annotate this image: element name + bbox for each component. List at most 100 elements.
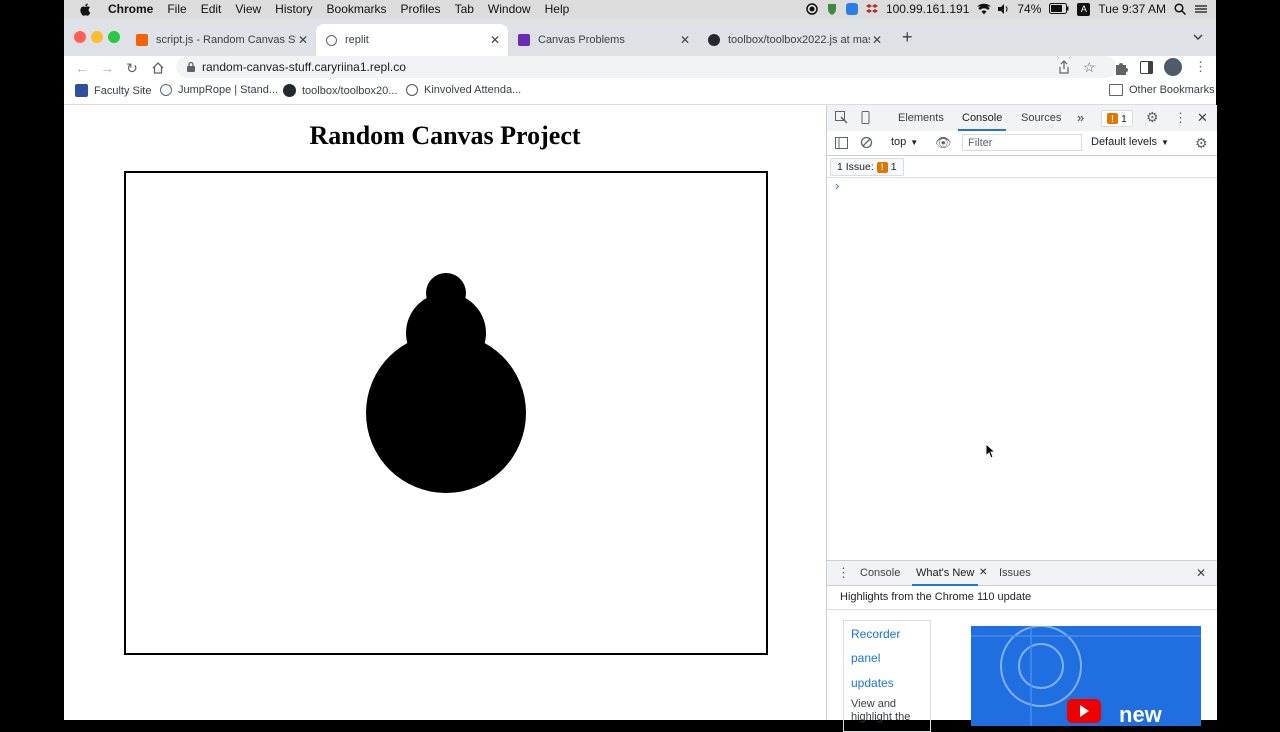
minimize-window-button[interactable] bbox=[91, 31, 103, 43]
bookmark-star-icon[interactable]: ☆ bbox=[1083, 59, 1096, 76]
video-graphic bbox=[971, 626, 1201, 726]
dropbox-icon[interactable] bbox=[865, 3, 878, 15]
tab-close-icon[interactable]: ✕ bbox=[870, 33, 884, 47]
profile-avatar[interactable] bbox=[1164, 58, 1182, 76]
menu-window[interactable]: Window bbox=[488, 2, 531, 16]
devtools-panel: Elements Console Sources » ! 1 ⚙ ⋮ ✕ top… bbox=[826, 105, 1217, 732]
more-tabs-chevron-icon[interactable]: » bbox=[1077, 110, 1084, 125]
chrome-menu-icon[interactable]: ⋮ bbox=[1194, 59, 1207, 75]
drawer-tab-console[interactable]: Console bbox=[860, 567, 900, 579]
globe-icon bbox=[326, 34, 337, 46]
settings-gear-icon[interactable]: ⚙ bbox=[1146, 110, 1159, 124]
tab-close-icon[interactable]: ✕ bbox=[678, 33, 692, 47]
drawer-menu-icon[interactable]: ⋮ bbox=[837, 565, 850, 581]
menu-view[interactable]: View bbox=[235, 2, 261, 16]
drawing-canvas[interactable] bbox=[124, 171, 768, 655]
close-devtools-icon[interactable]: ✕ bbox=[1197, 110, 1208, 126]
bookmark-label: Kinvolved Attenda... bbox=[424, 84, 522, 96]
bookmark-kinvolved[interactable]: Kinvolved Attenda... bbox=[406, 84, 521, 96]
address-bar[interactable]: random-canvas-stuff.caryriina1.repl.co ☆ bbox=[176, 56, 1116, 78]
tab-title: toolbox/toolbox2022.js at master bbox=[728, 34, 870, 46]
volume-icon[interactable] bbox=[997, 3, 1009, 15]
tab-sources[interactable]: Sources bbox=[1021, 112, 1061, 124]
whats-new-video-thumbnail[interactable]: new bbox=[971, 626, 1201, 726]
tab-title: replit bbox=[345, 34, 369, 46]
extensions-puzzle-icon[interactable] bbox=[1114, 61, 1128, 78]
browser-toolbar: ← → ↻ random-canvas-stuff.caryriina1.rep… bbox=[64, 56, 1216, 80]
zoom-window-button[interactable] bbox=[108, 31, 120, 43]
context-selector[interactable]: top ▼ bbox=[891, 136, 918, 148]
other-bookmarks[interactable]: Other Bookmarks bbox=[1109, 84, 1215, 96]
clock[interactable]: Tue 9:37 AM bbox=[1098, 2, 1166, 16]
device-toolbar-icon[interactable] bbox=[859, 111, 872, 127]
console-filter-input[interactable]: Filter bbox=[962, 134, 1082, 151]
warnings-counter[interactable]: ! 1 bbox=[1101, 110, 1133, 127]
github-icon bbox=[283, 84, 296, 97]
clear-console-icon[interactable] bbox=[860, 136, 873, 152]
whats-new-header: Highlights from the Chrome 110 update bbox=[827, 585, 1217, 610]
tab-close-icon[interactable]: ✕ bbox=[488, 33, 502, 47]
new-tab-button[interactable]: + bbox=[902, 28, 913, 46]
control-center-icon[interactable] bbox=[1194, 3, 1207, 15]
inspect-element-icon[interactable] bbox=[835, 111, 848, 127]
app-status-icon[interactable] bbox=[845, 3, 858, 15]
whats-new-card[interactable]: Recorder panel updates View and highligh… bbox=[843, 620, 931, 732]
drawer-tab-whats-new[interactable]: What's New bbox=[911, 567, 979, 586]
devtools-menu-icon[interactable]: ⋮ bbox=[1174, 110, 1187, 126]
video-caption: new bbox=[1119, 702, 1162, 726]
back-arrow-icon[interactable]: ← bbox=[72, 58, 92, 78]
forward-arrow-icon[interactable]: → bbox=[97, 58, 117, 78]
drawer-tabs: ⋮ Console What's New ✕ Issues ✕ bbox=[827, 560, 1217, 586]
card-link-line-2[interactable]: panel bbox=[851, 651, 880, 665]
apple-icon[interactable] bbox=[78, 2, 92, 16]
battery-icon[interactable] bbox=[1049, 3, 1069, 15]
tab-console[interactable]: Console bbox=[957, 112, 1007, 131]
menu-tab[interactable]: Tab bbox=[455, 2, 474, 16]
close-window-button[interactable] bbox=[74, 31, 86, 43]
reload-icon[interactable]: ↻ bbox=[122, 58, 142, 78]
wifi-icon[interactable] bbox=[977, 3, 992, 15]
tab-search-chevron-down-icon[interactable] bbox=[1192, 31, 1204, 43]
bookmark-toolbox[interactable]: toolbox/toolbox20... bbox=[283, 84, 397, 97]
issues-button[interactable]: 1 Issue: ! 1 bbox=[830, 158, 904, 176]
bookmark-jumprope[interactable]: JumpRope | Stand... bbox=[160, 84, 278, 96]
live-expression-eye-icon[interactable]: 👁 bbox=[935, 135, 952, 151]
record-icon[interactable] bbox=[806, 3, 818, 15]
tab-script-js[interactable]: script.js - Random Canvas Stuff ✕ bbox=[126, 24, 316, 56]
card-link-line-3[interactable]: updates bbox=[851, 676, 894, 690]
spotlight-search-icon[interactable] bbox=[1174, 3, 1187, 16]
drawer-tab-issues[interactable]: Issues bbox=[999, 567, 1031, 579]
input-source-indicator[interactable]: A bbox=[1077, 2, 1091, 16]
console-prompt[interactable]: › bbox=[835, 178, 839, 193]
menu-history[interactable]: History bbox=[275, 2, 312, 16]
side-panel-icon[interactable] bbox=[1140, 61, 1153, 77]
card-description: View and highlight the bbox=[851, 698, 911, 723]
menu-chrome[interactable]: Chrome bbox=[108, 2, 153, 16]
menu-edit[interactable]: Edit bbox=[201, 2, 222, 16]
close-drawer-icon[interactable]: ✕ bbox=[1196, 566, 1206, 580]
tab-elements[interactable]: Elements bbox=[898, 112, 944, 124]
log-levels-dropdown[interactable]: Default levels ▼ bbox=[1091, 136, 1169, 148]
home-icon[interactable] bbox=[148, 58, 168, 78]
ip-address[interactable]: 100.99.161.191 bbox=[886, 2, 969, 16]
card-link-line-1[interactable]: Recorder bbox=[851, 627, 900, 641]
console-settings-gear-icon[interactable]: ⚙ bbox=[1195, 135, 1208, 152]
menu-file[interactable]: File bbox=[167, 2, 186, 16]
sidebar-toggle-icon[interactable] bbox=[835, 137, 848, 152]
shield-icon[interactable] bbox=[826, 3, 838, 15]
menu-bookmarks[interactable]: Bookmarks bbox=[327, 2, 387, 16]
lock-icon[interactable] bbox=[186, 61, 196, 73]
share-icon[interactable] bbox=[1058, 60, 1070, 77]
close-whats-new-icon[interactable]: ✕ bbox=[979, 567, 987, 578]
other-bookmarks-label: Other Bookmarks bbox=[1129, 84, 1215, 96]
tab-close-icon[interactable]: ✕ bbox=[296, 33, 310, 47]
tab-canvas-problems[interactable]: Canvas Problems ✕ bbox=[508, 24, 698, 56]
menu-profiles[interactable]: Profiles bbox=[401, 2, 441, 16]
menu-help[interactable]: Help bbox=[545, 2, 570, 16]
url-text[interactable]: random-canvas-stuff.caryriina1.repl.co bbox=[202, 60, 406, 74]
battery-percent[interactable]: 74% bbox=[1017, 2, 1041, 16]
bookmark-faculty-site[interactable]: Faculty Site bbox=[75, 84, 151, 97]
tab-toolbox-github[interactable]: toolbox/toolbox2022.js at master ✕ bbox=[698, 24, 890, 56]
bookmarks-bar: Faculty Site JumpRope | Stand... toolbox… bbox=[64, 80, 1216, 105]
tab-replit[interactable]: replit ✕ bbox=[316, 24, 508, 56]
